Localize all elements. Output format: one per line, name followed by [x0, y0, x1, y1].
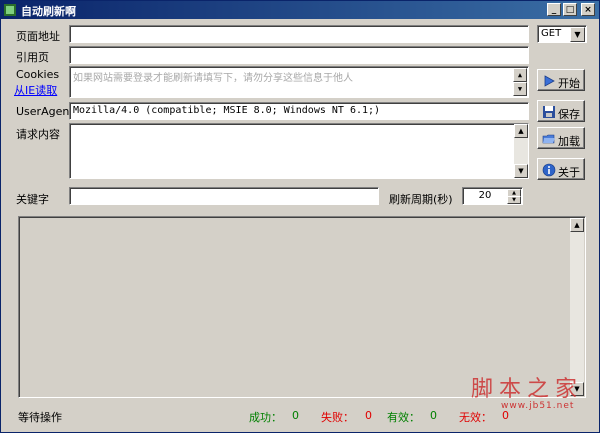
valid-count: 0 — [430, 409, 437, 422]
referer-input[interactable] — [69, 46, 529, 64]
folder-open-icon — [542, 134, 555, 144]
method-select-value: GET — [541, 28, 562, 39]
maximize-button[interactable]: □ — [563, 3, 577, 16]
useragent-label: UserAgent — [16, 105, 74, 118]
cookies-hint: 如果网站需要登录才能刷新请填写下，请勿分享这些信息于他人 — [73, 73, 353, 84]
status-state: 等待操作 — [18, 411, 62, 424]
invalid-count: 0 — [502, 409, 509, 422]
spin-down-icon[interactable]: ▼ — [507, 196, 521, 204]
cookies-scrollbar[interactable]: ▲ ▼ — [513, 68, 527, 96]
page-url-input[interactable] — [69, 25, 529, 43]
method-select[interactable]: GET ▼ — [537, 25, 587, 43]
read-from-ie-link[interactable]: 从IE读取 — [14, 82, 57, 98]
cookies-label: Cookies — [16, 68, 60, 81]
cookies-textarea[interactable]: 如果网站需要登录才能刷新请填写下，请勿分享这些信息于他人 ▲ ▼ — [69, 66, 529, 98]
page-url-label: 页面地址 — [16, 30, 60, 43]
keyword-input[interactable] — [69, 187, 379, 205]
keyword-label: 关键字 — [16, 193, 49, 206]
refresh-period-spinner[interactable]: 20 ▲ ▼ — [462, 187, 523, 205]
load-button[interactable]: 加载 — [537, 127, 585, 149]
about-button-label: 关于 — [558, 166, 580, 179]
title-bar[interactable]: 自动刷新啊 _ □ × — [1, 1, 599, 19]
save-button[interactable]: 保存 — [537, 100, 585, 122]
window-title: 自动刷新啊 — [21, 5, 76, 18]
start-button-label: 开始 — [558, 77, 580, 90]
refresh-period-label: 刷新周期(秒) — [389, 193, 453, 206]
scroll-down-icon[interactable]: ▼ — [514, 164, 528, 178]
scroll-up-icon[interactable]: ▲ — [514, 124, 528, 138]
info-icon — [542, 163, 556, 177]
valid-label: 有效： — [387, 411, 420, 424]
scroll-up-icon[interactable]: ▲ — [570, 218, 584, 232]
request-body-label: 请求内容 — [16, 128, 60, 141]
request-body-textarea[interactable] — [69, 123, 529, 179]
refresh-period-value: 20 — [478, 190, 492, 201]
success-count: 0 — [292, 409, 299, 422]
useragent-input[interactable]: Mozilla/4.0 (compatible; MSIE 8.0; Windo… — [69, 102, 529, 120]
invalid-label: 无效： — [459, 411, 492, 424]
app-icon — [4, 4, 16, 16]
request-body-scrollbar[interactable]: ▲ ▼ — [514, 124, 528, 178]
watermark-url: www.jb51.net — [501, 401, 575, 411]
play-icon — [544, 75, 555, 87]
save-button-label: 保存 — [558, 108, 580, 121]
close-button[interactable]: × — [581, 3, 595, 16]
main-window: 自动刷新啊 _ □ × 页面地址 GET ▼ 引用页 Cookies 从IE读取… — [0, 0, 600, 433]
scroll-up-icon[interactable]: ▲ — [513, 68, 527, 82]
success-label: 成功： — [249, 411, 282, 424]
scroll-down-icon[interactable]: ▼ — [513, 82, 527, 96]
minimize-button[interactable]: _ — [547, 3, 561, 16]
about-button[interactable]: 关于 — [537, 158, 585, 180]
referer-label: 引用页 — [16, 51, 49, 64]
fail-count: 0 — [365, 409, 372, 422]
chevron-down-icon[interactable]: ▼ — [570, 27, 585, 42]
watermark-text: 脚本之家 — [471, 377, 584, 402]
floppy-disk-icon — [543, 106, 555, 118]
load-button-label: 加载 — [558, 135, 580, 148]
fail-label: 失败： — [321, 411, 354, 424]
start-button[interactable]: 开始 — [537, 69, 585, 91]
log-scrollbar[interactable]: ▲ ▼ — [570, 218, 584, 396]
